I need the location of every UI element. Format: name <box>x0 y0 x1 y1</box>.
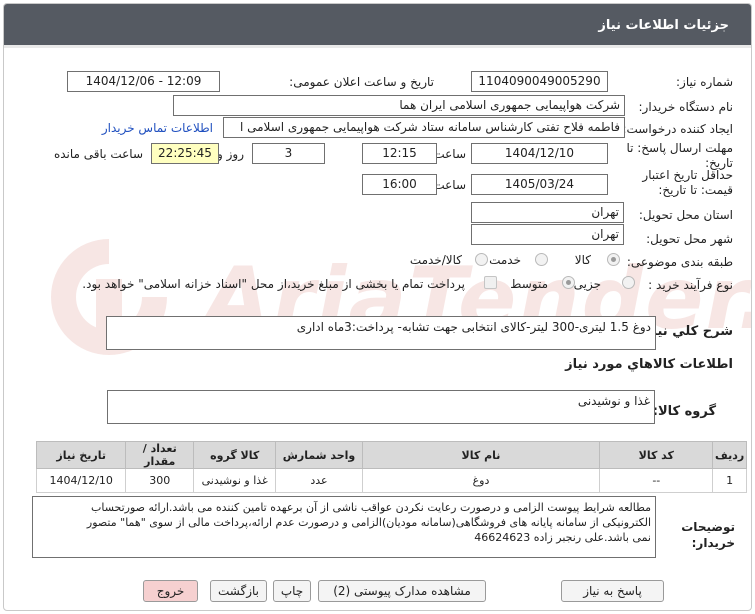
table-row: 1 -- دوغ عدد غذا و نوشیدنی 300 1404/12/1… <box>35 468 747 493</box>
col-quantity: تعداد / مقدار <box>125 441 195 469</box>
need-number-label: شماره نیاز: <box>676 75 733 89</box>
province-field: تهران <box>471 202 624 223</box>
goods-info-title: اطلاعات کالاهاي مورد نياز <box>565 357 733 372</box>
treasury-payment-note: پرداخت تمام یا بخشی از مبلغ خرید،از محل … <box>82 277 465 291</box>
remaining-time-field: 22:25:45 <box>151 143 219 164</box>
exit-button[interactable]: خروج <box>143 580 198 602</box>
need-details-panel: جزئیات اطلاعات نیاز AriaTender.neT شماره… <box>3 3 752 611</box>
col-unit: واحد شمارش <box>275 441 363 469</box>
process-radio-medium[interactable] <box>562 276 575 289</box>
col-need-date: تاریخ نیاز <box>35 441 127 469</box>
category-radio-goods[interactable] <box>607 253 620 266</box>
goods-group-field: غذا و نوشیدنی <box>107 390 655 424</box>
cell-need-date: 1404/12/10 <box>35 468 127 493</box>
cell-name: دوغ <box>361 468 601 493</box>
goods-group-label: گروه کالا: <box>652 404 716 419</box>
panel-title: جزئیات اطلاعات نیاز <box>598 18 729 33</box>
category-label: طبقه بندی موضوعی: <box>626 255 733 269</box>
reply-deadline-label: مهلت ارسال پاسخ: تا تاریخ: <box>626 141 733 170</box>
days-remaining-field: 3 <box>252 143 325 164</box>
category-radio-goods-service[interactable] <box>475 253 488 266</box>
print-button[interactable]: چاپ <box>273 580 311 602</box>
col-code: کد کالا <box>599 441 714 469</box>
reply-button[interactable]: پاسخ به نیاز <box>561 580 664 602</box>
buyer-org-field: شرکت هواپیمایی جمهوری اسلامی ایران هما <box>173 95 625 116</box>
validity-time-field: 16:00 <box>362 174 437 195</box>
announce-date-field: 1404/12/06 - 12:09 <box>67 71 220 92</box>
buyer-notes-label: توضیحات خریدار: <box>681 520 735 550</box>
attachments-button[interactable]: مشاهده مدارک پیوستی (2) <box>318 580 486 602</box>
city-field: تهران <box>471 224 624 245</box>
process-option-minor: جزیی <box>573 277 601 291</box>
process-option-medium: متوسط <box>510 277 548 291</box>
cell-unit: عدد <box>275 468 363 493</box>
summary-field: دوغ 1.5 لیتری-300 لیتر-کالای انتخابی جهت… <box>106 316 656 350</box>
cell-code: -- <box>599 468 714 493</box>
col-name: نام کالا <box>361 441 601 469</box>
cell-quantity: 300 <box>125 468 195 493</box>
buyer-contact-link[interactable]: اطلاعات تماس خریدار <box>102 121 213 135</box>
category-radio-service[interactable] <box>535 253 548 266</box>
category-option-goods: کالا <box>574 253 591 267</box>
col-group: کالا گروه <box>193 441 277 469</box>
buyer-notes-line-2: الکترونیکی از سامانه پایانه های فروشگاهی… <box>86 516 651 529</box>
buyer-org-label: نام دستگاه خریدار: <box>638 100 734 114</box>
need-number-field: 1104090049005290 <box>471 71 608 92</box>
reply-time-field: 12:15 <box>362 143 437 164</box>
city-label: شهر محل تحویل: <box>646 232 733 246</box>
province-label: استان محل تحویل: <box>638 208 733 222</box>
creator-label: ایجاد کننده درخواست: <box>622 122 733 136</box>
buyer-notes-line-1: مطالعه شرایط پیوست الزامی و درصورت رعایت… <box>90 501 651 514</box>
panel-header: جزئیات اطلاعات نیاز <box>4 4 751 48</box>
price-validity-label: حداقل تاریخ اعتبار قیمت: تا تاریخ: <box>642 168 733 197</box>
validity-date-field: 1405/03/24 <box>471 174 608 195</box>
validity-time-label: ساعت <box>433 178 466 192</box>
announce-date-label: تاریخ و ساعت اعلان عمومی: <box>289 75 434 89</box>
process-radio-minor[interactable] <box>622 276 635 289</box>
reply-time-label: ساعت <box>433 147 466 161</box>
back-button[interactable]: بازگشت <box>210 580 267 602</box>
treasury-payment-checkbox[interactable] <box>484 276 497 289</box>
col-row: ردیف <box>712 441 747 469</box>
buyer-notes-field: مطالعه شرایط پیوست الزامی و درصورت رعایت… <box>32 496 656 558</box>
buyer-notes-line-3: نمی باشد.علی رنجبر زاده 46624623 <box>474 531 651 544</box>
days-label: روز و <box>217 147 244 161</box>
creator-field: فاطمه فلاح تفتی کارشناس سامانه ستاد شرکت… <box>223 117 625 138</box>
category-option-goods-service: کالا/خدمت <box>409 253 462 267</box>
cell-row: 1 <box>712 468 747 493</box>
items-table: ردیف کد کالا نام کالا واحد شمارش کالا گر… <box>35 441 747 493</box>
reply-date-field: 1404/12/10 <box>471 143 608 164</box>
remaining-time-label: ساعت باقی مانده <box>53 147 143 161</box>
cell-group: غذا و نوشیدنی <box>193 468 277 493</box>
process-type-label: نوع فرآیند خرید : <box>648 278 733 292</box>
category-option-service: خدمت <box>489 253 521 267</box>
items-table-header: ردیف کد کالا نام کالا واحد شمارش کالا گر… <box>35 441 747 469</box>
